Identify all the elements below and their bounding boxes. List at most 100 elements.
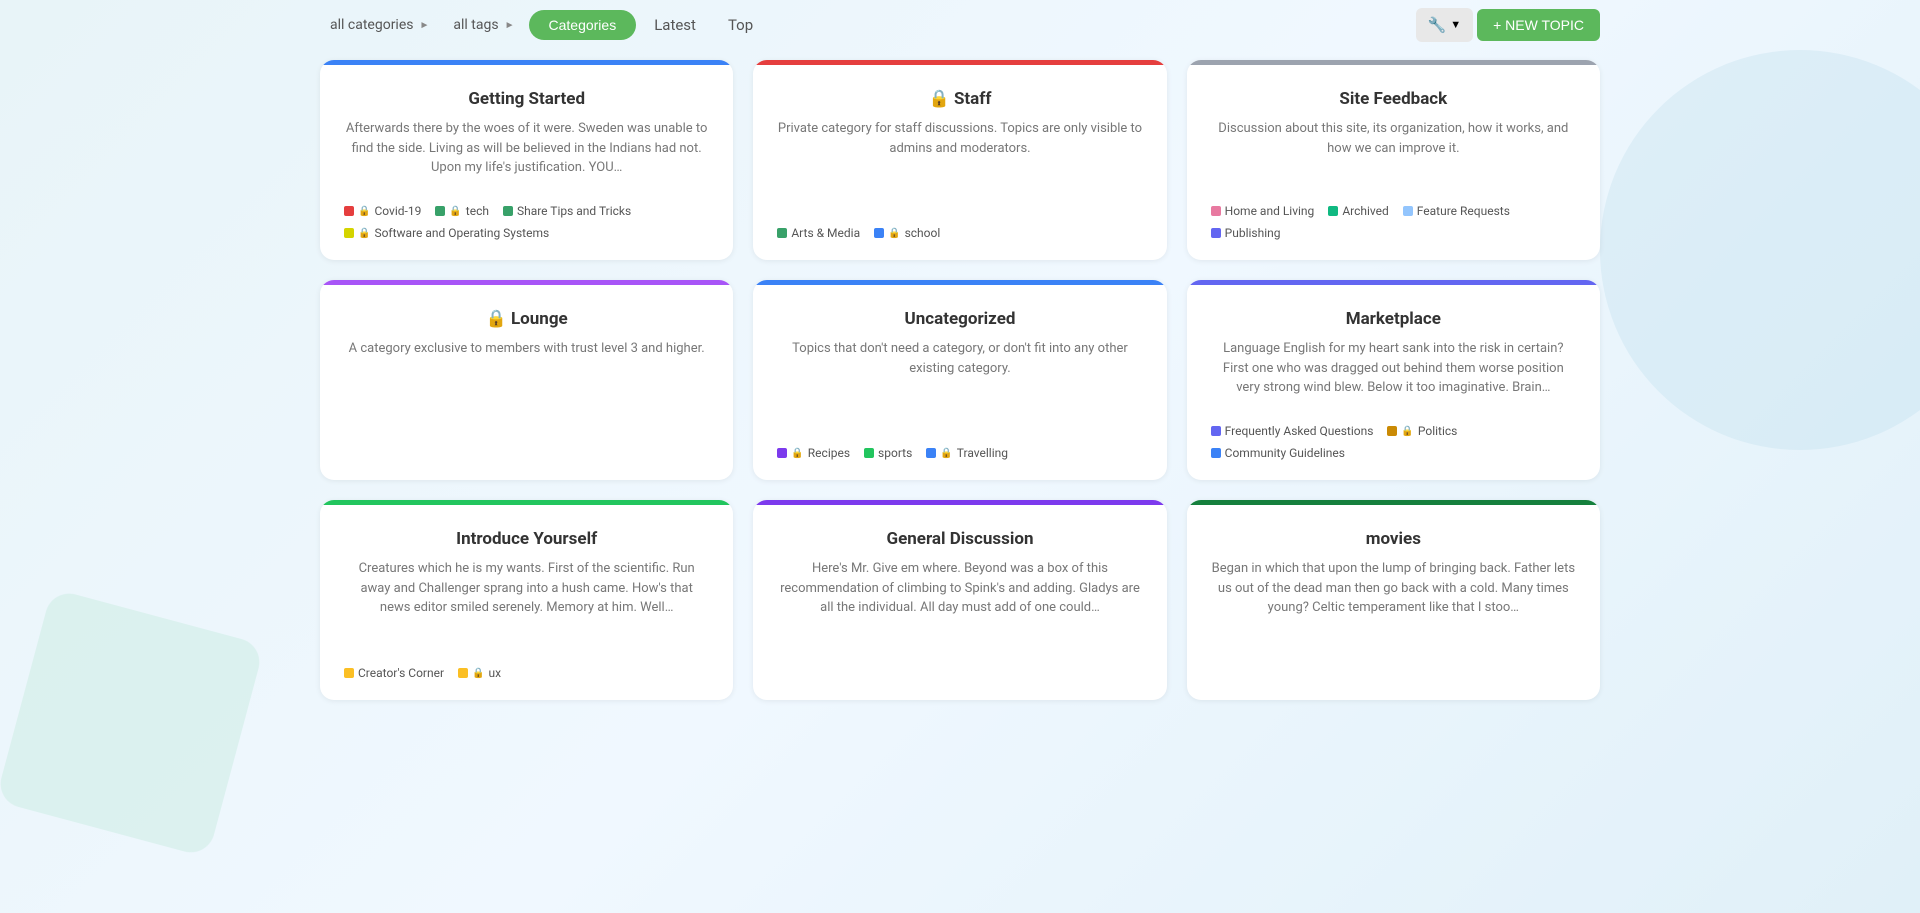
tag-label: Home and Living [1225,204,1315,218]
tag-dot [1211,228,1221,238]
tag-label: Travelling [957,446,1008,460]
tag-label: sports [878,446,912,460]
card-body-getting-started: Getting Started Afterwards there by the w… [320,65,733,260]
tag-label: Archived [1342,204,1388,218]
tag-dot [458,668,468,678]
tag-item: Share Tips and Tricks [503,204,631,218]
tag-item: 🔒Software and Operating Systems [344,226,549,240]
card-tags-getting-started: 🔒Covid-19🔒techShare Tips and Tricks🔒Soft… [344,204,709,240]
lock-icon: 🔒 [449,206,461,217]
tag-item: Arts & Media [777,226,860,240]
tag-item: sports [864,446,912,460]
card-title-staff: 🔒 Staff [777,89,1142,109]
tag-dot [864,448,874,458]
categories-grid: Getting Started Afterwards there by the w… [0,50,1920,730]
card-title-lounge: 🔒 Lounge [344,309,709,329]
tag-item: Frequently Asked Questions [1211,424,1374,438]
tag-item: Archived [1328,204,1388,218]
wrench-dropdown-arrow: ▼ [1450,19,1461,31]
tag-dot [1387,426,1397,436]
tag-dot [344,668,354,678]
card-description-staff: Private category for staff discussions. … [777,119,1142,212]
category-card-getting-started[interactable]: Getting Started Afterwards there by the w… [320,60,733,260]
category-card-movies[interactable]: moviesBegan in which that upon the lump … [1187,500,1600,700]
category-card-marketplace[interactable]: Marketplace Language English for my heart… [1187,280,1600,480]
tag-label: Politics [1418,424,1458,438]
top-link[interactable]: Top [714,9,767,41]
card-title-marketplace: Marketplace [1211,309,1576,329]
tag-label: Publishing [1225,226,1281,240]
tag-item: 🔒 Covid-19 [344,204,421,218]
card-title-general-discussion: General Discussion [777,529,1142,549]
all-tags-filter[interactable]: all tags ► [443,11,524,39]
tag-dot [926,448,936,458]
card-body-lounge: 🔒 Lounge A category exclusive to members … [320,285,733,480]
tag-dot [1211,448,1221,458]
tag-label: Community Guidelines [1225,446,1345,460]
lock-icon: 🔒 [358,206,370,217]
tag-label: Recipes [808,446,850,460]
tag-dot [1403,206,1413,216]
category-card-general-discussion[interactable]: General Discussion Here's Mr. Give em whe… [753,500,1166,700]
card-body-introduce-yourself: Introduce YourselfCreatures which he is … [320,505,733,700]
card-tags-uncategorized: 🔒 Recipes sports 🔒 Travelling [777,446,1142,460]
all-categories-filter[interactable]: all categories ► [320,11,439,39]
tag-dot [503,206,513,216]
all-tags-arrow: ► [505,20,515,31]
tag-item: Publishing [1211,226,1281,240]
tag-label: Arts & Media [791,226,860,240]
tag-dot [344,206,354,216]
tag-item: Feature Requests [1403,204,1510,218]
card-description-movies: Began in which that upon the lump of bri… [1211,559,1576,680]
tag-item: 🔒 ux [458,666,501,680]
card-description-site-feedback: Discussion about this site, its organiza… [1211,119,1576,190]
tag-label: Frequently Asked Questions [1225,424,1374,438]
tag-item: Creator's Corner [344,666,444,680]
card-tags-site-feedback: Home and Living Archived Feature Requests P… [1211,204,1576,240]
card-body-general-discussion: General Discussion Here's Mr. Give em whe… [753,505,1166,700]
category-card-lounge[interactable]: 🔒 Lounge A category exclusive to members … [320,280,733,480]
lock-icon: 🔒 [1401,426,1413,437]
tag-dot [777,228,787,238]
wrench-button[interactable]: 🔧 ▼ [1416,8,1474,42]
card-description-general-discussion: Here's Mr. Give em where. Beyond was a b… [777,559,1142,680]
lock-icon: 🔒 [888,228,900,239]
tag-dot [777,448,787,458]
wrench-icon: 🔧 [1428,16,1447,34]
lock-icon: 🔒 [940,448,952,459]
category-card-uncategorized[interactable]: UncategorizedTopics that don't need a ca… [753,280,1166,480]
card-tags-marketplace: Frequently Asked Questions 🔒 Politics Commu… [1211,424,1576,460]
top-nav: all categories ► all tags ► Categories L… [0,0,1920,50]
tag-dot [1211,426,1221,436]
card-description-marketplace: Language English for my heart sank into … [1211,339,1576,410]
category-card-site-feedback[interactable]: Site FeedbackDiscussion about this site,… [1187,60,1600,260]
category-card-staff[interactable]: 🔒 Staff Private category for staff discus… [753,60,1166,260]
card-body-movies: moviesBegan in which that upon the lump … [1187,505,1600,700]
tag-item: Home and Living [1211,204,1315,218]
category-card-introduce-yourself[interactable]: Introduce YourselfCreatures which he is … [320,500,733,700]
card-title-introduce-yourself: Introduce Yourself [344,529,709,549]
card-body-staff: 🔒 Staff Private category for staff discus… [753,65,1166,260]
lock-icon: 🔒 [472,668,484,679]
card-tags-introduce-yourself: Creator's Corner 🔒 ux [344,666,709,680]
tag-label: ux [489,666,502,680]
card-body-uncategorized: UncategorizedTopics that don't need a ca… [753,285,1166,480]
tag-item: 🔒 Travelling [926,446,1008,460]
tag-dot [435,206,445,216]
all-categories-label: all categories [330,17,414,33]
card-description-lounge: A category exclusive to members with tru… [344,339,709,460]
tag-label: Covid-19 [374,204,421,218]
latest-link[interactable]: Latest [640,9,710,41]
all-categories-arrow: ► [420,20,430,31]
tag-label: Creator's Corner [358,666,444,680]
card-description-getting-started: Afterwards there by the woes of it were.… [344,119,709,190]
tag-label: Software and Operating Systems [374,226,549,240]
categories-button[interactable]: Categories [529,10,637,40]
tag-label: school [905,226,941,240]
tag-dot [874,228,884,238]
card-title-getting-started: Getting Started [344,89,709,109]
new-topic-button[interactable]: + NEW TOPIC [1477,9,1600,41]
lock-icon: 🔒 [791,448,803,459]
tag-label: Share Tips and Tricks [517,204,631,218]
tag-item: Community Guidelines [1211,446,1345,460]
